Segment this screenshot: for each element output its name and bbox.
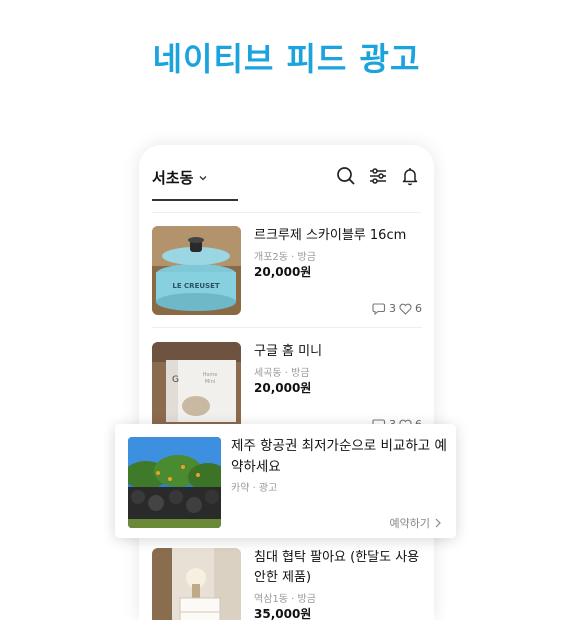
- search-icon[interactable]: [335, 165, 357, 187]
- item-title: 르크루제 스카이블루 16cm: [254, 228, 407, 243]
- comment-count: 3: [389, 302, 396, 315]
- item-meta: 역삼1동 · 방금: [254, 594, 316, 605]
- native-ad-card[interactable]: 제주 항공권 최저가순으로 비교하고 예약하세요 카약 · 광고 예약하기: [115, 424, 456, 538]
- comment-icon: [372, 303, 386, 315]
- item-meta: 세곡동 · 방금: [254, 368, 310, 379]
- list-item[interactable]: LE CREUSET 르크루제 스카이블루 16cm 개포2동 · 방금 20,…: [152, 226, 422, 328]
- ad-title: 제주 항공권 최저가순으로 비교하고 예약하세요: [231, 438, 447, 475]
- item-divider: [152, 327, 422, 328]
- item-price: 20,000원: [254, 265, 312, 279]
- item-price: 35,000원: [254, 607, 312, 620]
- item-image: [152, 548, 241, 620]
- svg-text:Mini: Mini: [205, 379, 215, 385]
- filter-icon[interactable]: [367, 165, 389, 187]
- location-selector[interactable]: 서초동: [152, 167, 209, 188]
- item-image: LE CREUSET: [152, 226, 241, 315]
- list-item[interactable]: 침대 협탁 팔아요 (한달도 사용 안한 제품) 역삼1동 · 방금 35,00…: [152, 548, 422, 620]
- headline: 네이티브 피드 광고: [152, 40, 421, 78]
- ad-meta: 카약 · 광고: [231, 483, 278, 494]
- location-label: 서초동: [152, 169, 194, 187]
- item-image: G Home Mini: [152, 342, 241, 431]
- item-price: 20,000원: [254, 381, 312, 395]
- reserve-button[interactable]: 예약하기: [390, 515, 442, 531]
- header-divider: [152, 212, 421, 213]
- item-stats: 3 6: [372, 302, 422, 315]
- ad-image: [128, 437, 221, 528]
- svg-text:Home: Home: [203, 372, 218, 378]
- reserve-label: 예약하기: [389, 517, 430, 530]
- bell-icon[interactable]: [399, 165, 421, 187]
- phone-mockup: 서초동 LE CREUSET 르크루제 스카이블루 16cm 개포2동 · 방금…: [139, 145, 434, 620]
- location-underline: [152, 199, 238, 201]
- chevron-down-icon: [199, 175, 207, 180]
- item-title: 침대 협탁 팔아요 (한달도 사용 안한 제품): [254, 550, 420, 585]
- chevron-right-icon: [435, 518, 441, 528]
- item-meta: 개포2동 · 방금: [254, 252, 316, 263]
- svg-text:G: G: [172, 375, 179, 385]
- like-count: 6: [415, 302, 422, 315]
- svg-text:LE CREUSET: LE CREUSET: [172, 282, 219, 290]
- item-title: 구글 홈 미니: [254, 344, 323, 359]
- heart-icon: [399, 303, 412, 315]
- app-header: 서초동: [139, 145, 434, 203]
